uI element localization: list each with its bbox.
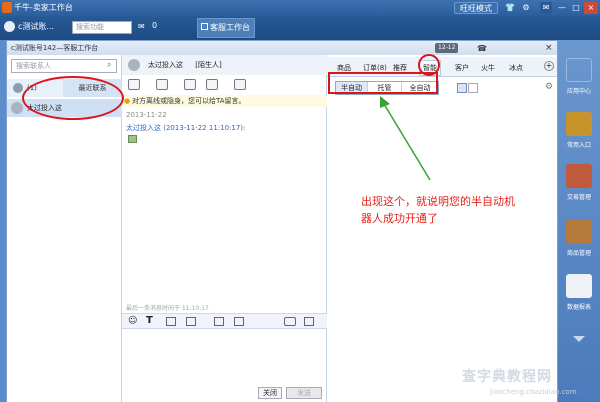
app-window: 千牛-卖家工作台 旺旺模式 👕 ⚙ ✉ — □ × c测试账... 搜索功能 ✉… xyxy=(0,0,600,402)
watermark-sub: jiaocheng.chazidian.com xyxy=(490,388,577,396)
settings-gear-icon[interactable]: ⚙ xyxy=(545,82,553,92)
screenshot-icon[interactable] xyxy=(186,317,196,326)
mode-toggle-button[interactable]: 旺旺模式 xyxy=(454,2,498,14)
lightbulb-icon: ● xyxy=(124,97,131,105)
top-toolbar: c测试账... 搜索功能 ✉ 0 客服工作台 xyxy=(0,16,600,40)
image-message-icon[interactable] xyxy=(128,135,137,143)
workbench-label: 客服工作台 xyxy=(210,23,250,32)
maximize-button[interactable]: □ xyxy=(570,2,582,14)
search-icon[interactable]: ⌕ xyxy=(107,60,111,70)
chat-contact-status: [陌生人] xyxy=(195,61,222,69)
quick-reply-icon[interactable] xyxy=(234,317,244,326)
watermark-text: 查字典教程网 xyxy=(462,369,552,385)
account-name[interactable]: c测试账... xyxy=(18,21,54,32)
chevron-down-icon[interactable] xyxy=(573,336,585,342)
contact-avatar xyxy=(11,102,23,114)
sidebar-item-products[interactable]: 商品管理 xyxy=(558,248,600,257)
transfer-icon[interactable] xyxy=(156,79,168,90)
shirt-icon[interactable]: 👕 xyxy=(504,2,516,14)
sidebar-item-app-center[interactable]: 应用中心 xyxy=(558,86,600,95)
window-header: c测试账号142—客服工作台 12-12 ☎ × xyxy=(7,41,557,55)
tab-customer[interactable]: 客户 xyxy=(455,63,469,73)
font-icon[interactable]: T xyxy=(146,315,153,326)
chat-contact-name: 太过投入这 xyxy=(148,61,183,69)
chat-close-button[interactable]: 关闭 xyxy=(258,387,282,399)
file-icon[interactable] xyxy=(214,317,224,326)
title-bar: 千牛-卖家工作台 旺旺模式 👕 ⚙ ✉ — □ × xyxy=(0,0,600,16)
shortcut-grid-icon[interactable] xyxy=(566,112,592,136)
phone-icon[interactable]: ☎ xyxy=(477,42,487,56)
sidebar-item-shortcuts[interactable]: 常用入口 xyxy=(558,140,600,149)
close-button[interactable]: × xyxy=(584,2,598,14)
account-avatar-icon[interactable] xyxy=(4,21,15,32)
app-center-icon[interactable] xyxy=(566,58,592,82)
annotation-arrow xyxy=(380,96,431,181)
list-view-icon[interactable] xyxy=(457,83,467,93)
sidebar-item-reports[interactable]: 数据报表 xyxy=(558,302,600,311)
envelope-icon[interactable]: ✉ xyxy=(138,22,145,31)
chat-panel: 太过投入这 [陌生人] ● 对方离线或隐身，您可以给TA留言。 2013-11-… xyxy=(122,55,327,402)
highlight-box-modes xyxy=(328,72,438,94)
send-button[interactable]: 发送 xyxy=(286,387,322,399)
monitor-icon xyxy=(201,23,208,30)
feature-search-input[interactable]: 搜索功能 xyxy=(72,21,132,34)
trade-manage-icon[interactable] xyxy=(566,164,592,188)
input-toolbar: ☺ T xyxy=(122,313,327,329)
message-input[interactable] xyxy=(124,331,324,383)
video-icon[interactable] xyxy=(206,79,218,90)
chat-bubble-icon[interactable] xyxy=(284,317,296,326)
window-title: c测试账号142—客服工作台 xyxy=(11,44,99,52)
grid-view-icon[interactable] xyxy=(468,83,478,93)
chat-date: 2013-11-22 xyxy=(126,111,167,119)
add-contact-icon[interactable] xyxy=(184,79,196,90)
tab-bingdian[interactable]: 冰点 xyxy=(509,63,523,73)
emoji-icon[interactable]: ☺ xyxy=(128,316,137,326)
right-sidebar: 应用中心 常用入口 交易管理 商品管理 数据报表 xyxy=(558,40,600,402)
app-logo-icon xyxy=(2,2,12,13)
settings-gear-icon[interactable]: ⚙ xyxy=(520,2,532,14)
app-title: 千牛-卖家工作台 xyxy=(14,3,73,12)
message-sender-line: 太过投入这 (2013-11-22 11:10:17): xyxy=(126,124,246,132)
offline-notice-text: 对方离线或隐身，您可以给TA留言。 xyxy=(132,97,246,105)
offline-notice: ● 对方离线或隐身，您可以给TA留言。 xyxy=(122,95,327,107)
block-icon[interactable] xyxy=(234,79,246,90)
edit-icon[interactable] xyxy=(128,79,140,90)
data-report-icon[interactable] xyxy=(566,274,592,298)
window-close-button[interactable]: × xyxy=(545,41,553,55)
message-count: 0 xyxy=(152,21,158,30)
image-icon[interactable] xyxy=(166,317,176,326)
annotation-text: 出现这个，就说明您的半自动机器人成功开通了 xyxy=(361,195,515,225)
notification-icon[interactable]: ✉ xyxy=(540,2,552,14)
contact-search-input[interactable]: 搜索联系人 xyxy=(11,59,117,73)
date-badge: 12-12 xyxy=(435,43,459,53)
highlight-oval-contacts xyxy=(22,76,124,120)
add-tab-icon[interactable]: + xyxy=(544,61,554,71)
sidebar-item-trade[interactable]: 交易管理 xyxy=(558,192,600,201)
tab-huoniu[interactable]: 火牛 xyxy=(481,63,495,73)
chat-avatar xyxy=(128,59,140,71)
minimize-button[interactable]: — xyxy=(556,2,568,14)
chat-header: 太过投入这 [陌生人] xyxy=(122,55,327,75)
history-icon[interactable] xyxy=(304,317,314,326)
product-manage-icon[interactable] xyxy=(566,220,592,244)
plugin-panel: 商品 订单(8) 推荐 智能 客户 火牛 冰点 + 半自动 托管 全自动 ⚙ 出… xyxy=(327,55,557,402)
last-message-time: 最后一条消息时间于 11:10:17 xyxy=(126,305,209,312)
